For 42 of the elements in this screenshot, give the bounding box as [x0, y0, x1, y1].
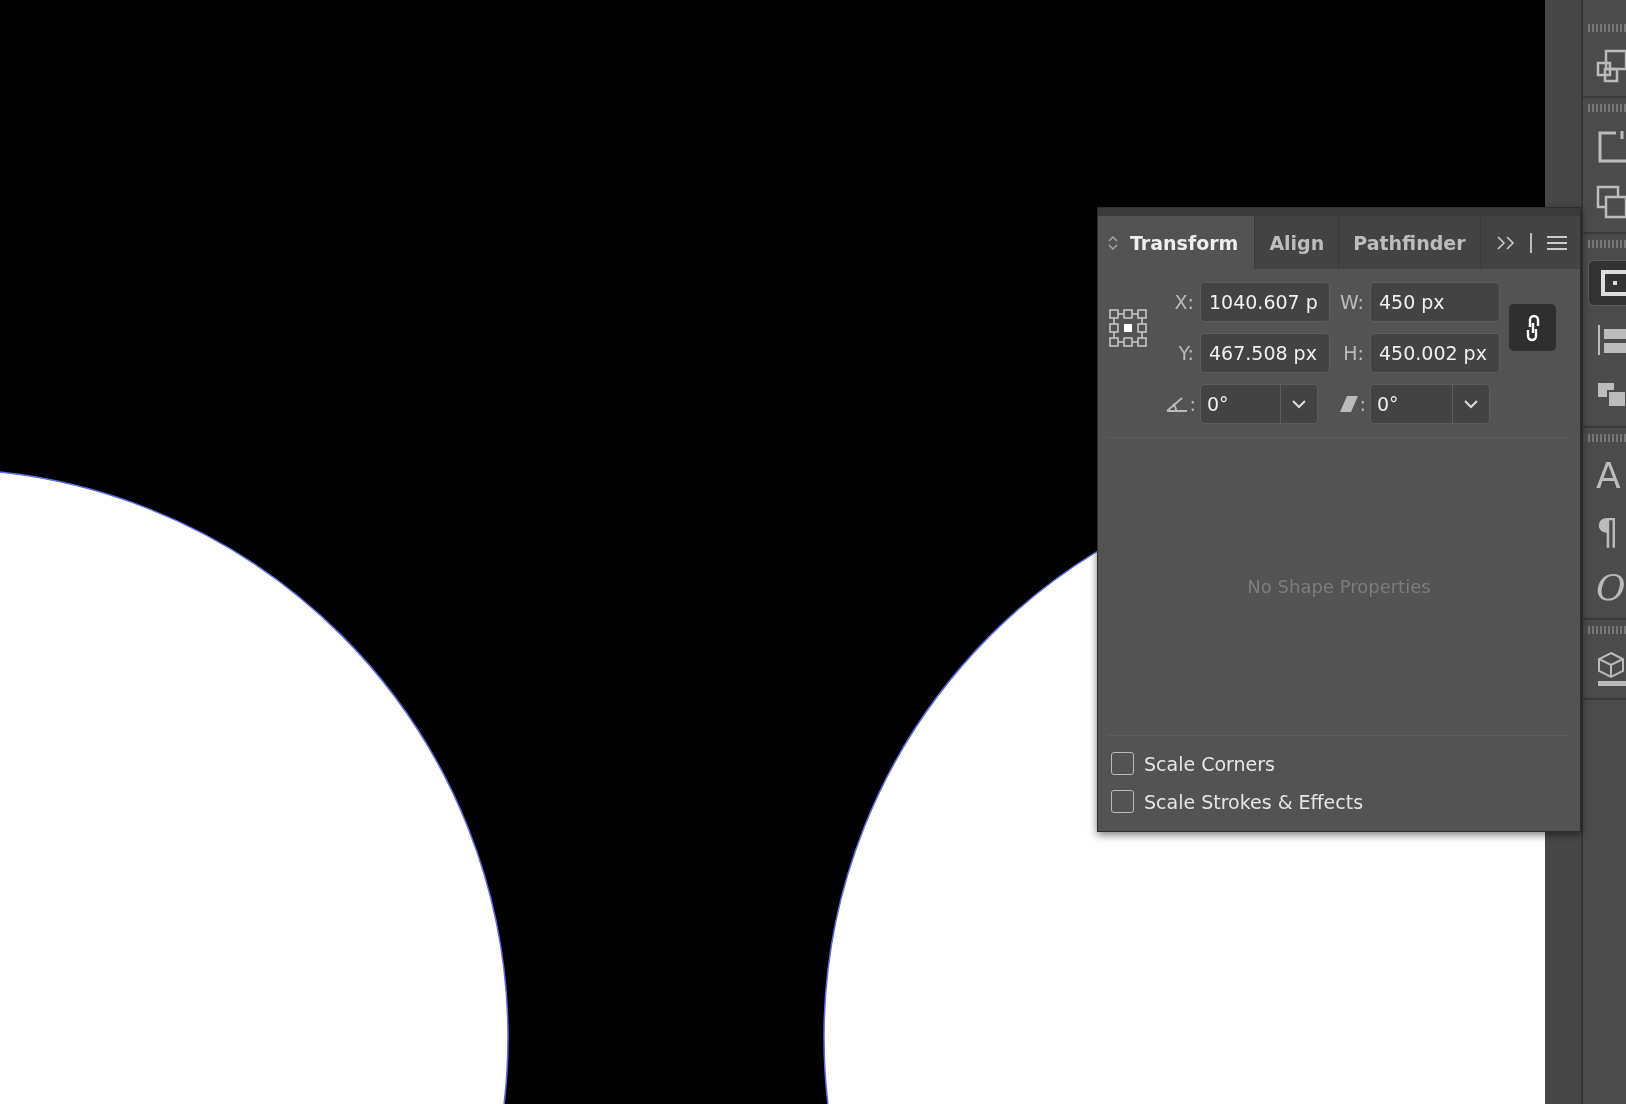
angle-label: : [1189, 393, 1196, 415]
constrain-proportions-button[interactable] [1509, 304, 1556, 351]
rotate-dropdown[interactable]: 0° [1200, 384, 1318, 424]
collapse-arrows-icon [1108, 234, 1118, 251]
frame-icon [1596, 129, 1626, 163]
checkbox-option[interactable]: Scale Strokes & Effects [1111, 790, 1570, 813]
cube-icon [1596, 650, 1626, 686]
dock-button[interactable]: ¶ [1588, 510, 1626, 554]
grip-handle[interactable] [1588, 240, 1626, 248]
grip-handle[interactable] [1588, 104, 1626, 112]
dock-glyph: O [1596, 570, 1626, 606]
shear-label: : [1359, 393, 1366, 415]
dock-glyph: A [1596, 458, 1621, 494]
width-field[interactable]: 450 px [1370, 282, 1500, 322]
shear-dropdown[interactable]: 0° [1370, 384, 1490, 424]
reference-point-icon[interactable] [1109, 308, 1147, 347]
width-label: W: [1339, 291, 1365, 313]
y-label: Y: [1178, 342, 1195, 364]
dock-glyph: ¶ [1596, 514, 1619, 550]
align-icon [1596, 323, 1626, 357]
y-field[interactable]: 467.508 px [1200, 333, 1330, 373]
shear-icon [1339, 396, 1358, 412]
link-icon [1524, 312, 1541, 343]
dock-button[interactable]: O [1588, 566, 1626, 610]
grip-handle[interactable] [1588, 434, 1626, 442]
height-field[interactable]: 450.002 px [1370, 333, 1500, 373]
more-panels-icon[interactable] [1496, 235, 1516, 250]
checkbox[interactable] [1111, 752, 1134, 775]
stacked-squares-icon [1596, 49, 1626, 83]
checkbox[interactable] [1111, 790, 1134, 813]
panel-tab[interactable]: Transform [1098, 216, 1256, 269]
x-field[interactable]: 1040.607 p [1200, 282, 1330, 322]
dock-button[interactable]: A [1588, 454, 1626, 498]
panel-tab[interactable]: Align [1255, 216, 1340, 269]
grip-handle[interactable] [1588, 626, 1626, 634]
panel-tab[interactable]: Pathfinder [1339, 216, 1481, 269]
grip-handle[interactable] [1588, 24, 1626, 32]
menu-icon[interactable] [1546, 234, 1568, 251]
height-label: H: [1343, 342, 1365, 364]
checkbox-option[interactable]: Scale Corners [1111, 752, 1570, 775]
angle-icon [1165, 396, 1188, 412]
x-label: X: [1174, 291, 1195, 313]
